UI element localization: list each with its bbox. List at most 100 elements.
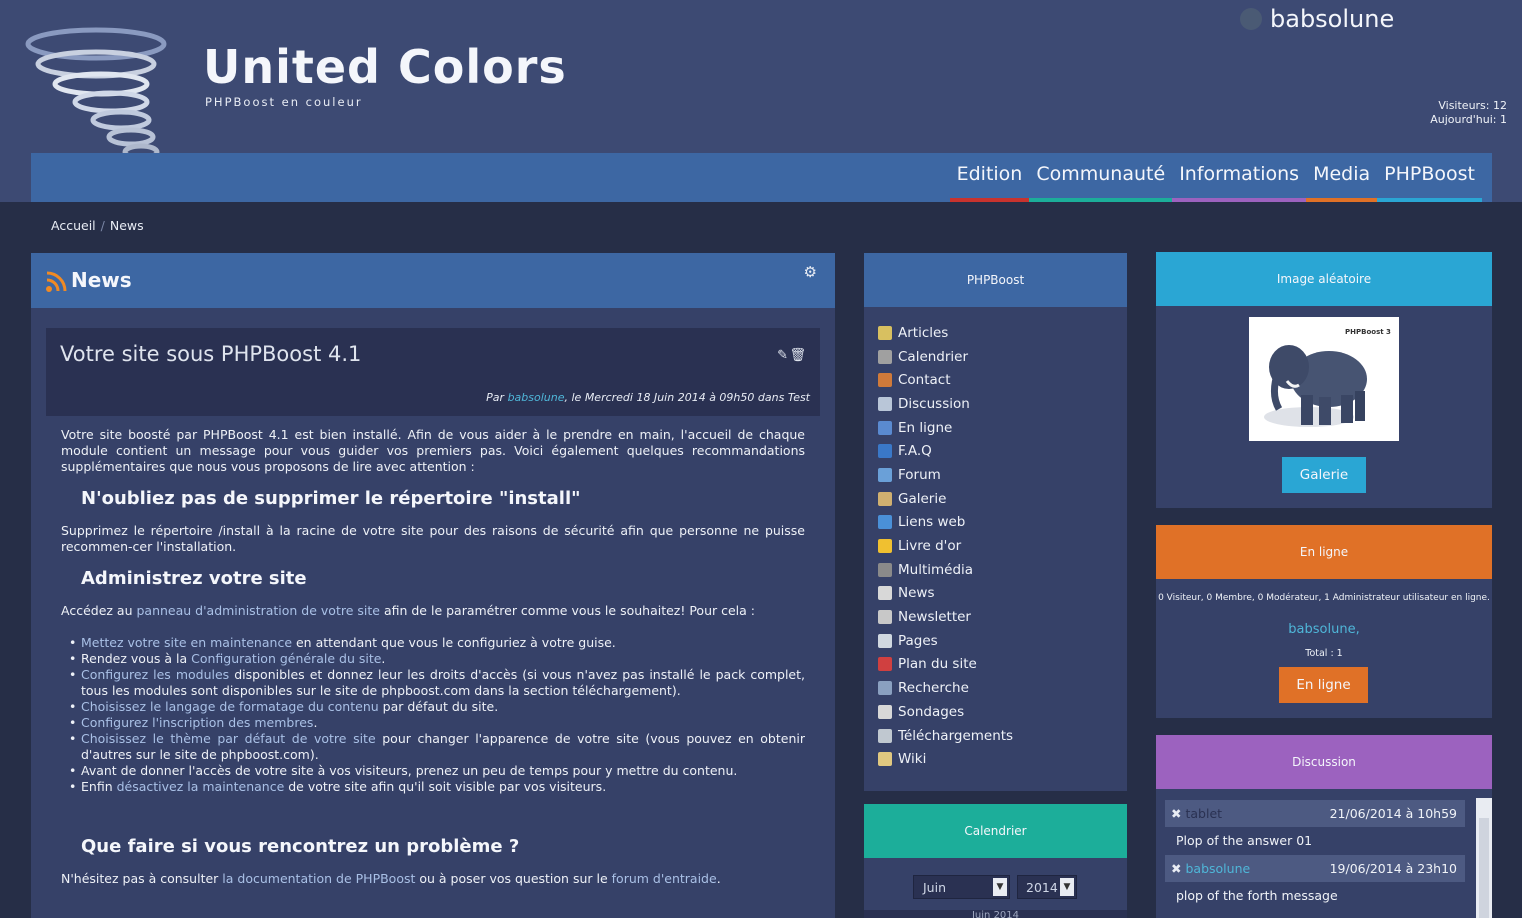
text: ou à poser vos question sur le xyxy=(415,871,612,886)
forum-link[interactable]: forum d'entraide xyxy=(612,871,717,886)
menu-link-poll[interactable]: Sondages xyxy=(878,700,1127,724)
menu-link-pages[interactable]: Pages xyxy=(878,629,1127,653)
header-username[interactable]: babsolune xyxy=(1270,5,1394,33)
message-header: ✖ tablet 21/06/2014 à 10h59 xyxy=(1165,800,1465,827)
menu-link-sitemap[interactable]: Plan du site xyxy=(878,653,1127,677)
menu-link-contact[interactable]: Contact xyxy=(878,368,1127,392)
download-icon xyxy=(878,728,892,743)
gallery-icon xyxy=(878,491,892,506)
rss-icon[interactable] xyxy=(45,271,67,293)
chevron-down-icon[interactable]: ▼ xyxy=(1060,878,1074,896)
gear-icon[interactable]: ⚙ xyxy=(804,263,817,281)
nav-item-edition[interactable]: Edition xyxy=(949,153,1030,202)
forum-icon xyxy=(878,467,892,482)
list-item: Mettez votre site en maintenance en atte… xyxy=(69,635,805,651)
close-icon[interactable]: ✖ xyxy=(1171,806,1181,821)
text: par défaut du site. xyxy=(378,699,499,714)
edit-icon[interactable]: ✎ xyxy=(777,348,788,363)
year-select[interactable]: 2014 ▼ xyxy=(1017,875,1077,899)
menu-link-weblinks[interactable]: Liens web xyxy=(878,511,1127,535)
gallery-button[interactable]: Galerie xyxy=(1282,457,1366,493)
image-logo-text: PHPBoost 3 xyxy=(1345,328,1391,336)
message-text: Plop of the answer 01 xyxy=(1176,833,1313,848)
nav-item-phpboost[interactable]: PHPBoost xyxy=(1377,153,1482,202)
module-links-list: Articles Calendrier Contact Discussion En li… xyxy=(864,307,1127,771)
menu-link-newsletter[interactable]: Newsletter xyxy=(878,605,1127,629)
author-link[interactable]: babsolune xyxy=(1185,861,1250,876)
today-count: Aujourd'hui: 1 xyxy=(1430,113,1507,126)
text: Avant de donner l'accès de votre site à … xyxy=(81,763,738,778)
discussion-header: Discussion xyxy=(1156,735,1492,789)
menu-link-label: Multimédia xyxy=(898,561,974,578)
list-item: Choisissez le thème par défaut de votre … xyxy=(69,731,805,763)
general-config-link[interactable]: Configuration générale du site xyxy=(191,651,381,666)
paragraph-admin: Accédez au panneau d'administration de v… xyxy=(61,603,805,619)
text: afin de le paramétrer comme vous le souh… xyxy=(379,603,755,618)
nav-item-media[interactable]: Media xyxy=(1306,153,1378,202)
menu-link-news[interactable]: News xyxy=(878,582,1127,606)
trash-icon[interactable]: 🗑 xyxy=(789,348,806,363)
news-header: News ⚙ xyxy=(31,253,835,308)
text: N'hésitez pas à consulter xyxy=(61,871,223,886)
online-button[interactable]: En ligne xyxy=(1279,667,1368,703)
menu-link-gallery[interactable]: Galerie xyxy=(878,487,1127,511)
news-title[interactable]: News xyxy=(71,268,132,292)
article-title[interactable]: Votre site sous PHPBoost 4.1 xyxy=(60,342,361,366)
news-icon xyxy=(878,586,892,601)
close-icon[interactable]: ✖ xyxy=(1171,861,1181,876)
breadcrumb-home[interactable]: Accueil xyxy=(51,218,96,233)
documentation-link[interactable]: la documentation de PHPBoost xyxy=(222,871,415,886)
menu-link-label: Galerie xyxy=(898,490,947,507)
menu-link-discussion[interactable]: Discussion xyxy=(878,392,1127,416)
menu-link-guestbook[interactable]: Livre d'or xyxy=(878,534,1127,558)
menu-link-label: Contact xyxy=(898,372,951,389)
nav-underline xyxy=(1029,198,1173,202)
user-avatar-icon[interactable] xyxy=(1240,8,1262,30)
modules-config-link[interactable]: Configurez les modules xyxy=(81,667,229,682)
content-format-link[interactable]: Choisissez le langage de formatage du co… xyxy=(81,699,379,714)
maintenance-link[interactable]: Mettez votre site en maintenance xyxy=(81,635,292,650)
month-select[interactable]: Juin ▼ xyxy=(913,875,1010,899)
theme-config-link[interactable]: Choisissez le thème par défaut de votre … xyxy=(81,731,376,746)
menu-link-forum[interactable]: Forum xyxy=(878,463,1127,487)
nav-item-informations[interactable]: Informations xyxy=(1172,153,1307,202)
article-intro: Votre site boosté par PHPBoost 4.1 est b… xyxy=(61,427,805,474)
online-header: En ligne xyxy=(1156,525,1492,579)
nav-item-communaute[interactable]: Communauté xyxy=(1029,153,1173,202)
phpboost-links-menu: PHPBoost Articles Calendrier Contact Discus… xyxy=(864,253,1127,791)
visitors-count: Visiteurs: 12 xyxy=(1438,99,1507,112)
random-image[interactable]: PHPBoost 3 xyxy=(1249,317,1399,441)
site-title[interactable]: United Colors xyxy=(203,40,567,94)
breadcrumb-current[interactable]: News xyxy=(110,218,144,233)
article-category-link[interactable]: Test xyxy=(788,391,810,404)
scrollbar[interactable] xyxy=(1476,798,1492,918)
menu-link-articles[interactable]: Articles xyxy=(878,321,1127,345)
online-user-link[interactable]: babsolune, xyxy=(1156,622,1492,637)
nav-label: Informations xyxy=(1179,163,1300,185)
menu-link-faq[interactable]: F.A.Q xyxy=(878,439,1127,463)
text: en attendant que vous le configuriez à v… xyxy=(292,635,616,650)
menu-link-multimedia[interactable]: Multimédia xyxy=(878,558,1127,582)
disable-maintenance-link[interactable]: désactivez la maintenance xyxy=(117,779,285,794)
menu-link-calendar[interactable]: Calendrier xyxy=(878,345,1127,369)
menu-link-search[interactable]: Recherche xyxy=(878,676,1127,700)
chevron-down-icon[interactable]: ▼ xyxy=(993,878,1007,896)
meta-prefix: Par xyxy=(486,391,508,404)
text: . xyxy=(381,651,386,666)
user-menu[interactable]: babsolune xyxy=(1240,5,1394,33)
news-main-block: News ⚙ Votre site sous PHPBoost 4.1 ✎ 🗑 … xyxy=(31,253,835,918)
random-image-block: Image aléatoire PHPBoost 3 Galerie xyxy=(1156,252,1492,508)
menu-link-label: Livre d'or xyxy=(898,538,962,555)
admin-panel-link[interactable]: panneau d'administration de votre site xyxy=(136,603,379,618)
menu-link-online[interactable]: En ligne xyxy=(878,416,1127,440)
poll-icon xyxy=(878,704,892,719)
admin-checklist: Mettez votre site en maintenance en atte… xyxy=(69,635,805,795)
sitemap-icon xyxy=(878,657,892,672)
article-author-link[interactable]: babsolune xyxy=(508,391,565,404)
menu-link-download[interactable]: Téléchargements xyxy=(878,724,1127,748)
nav-label: Media xyxy=(1313,163,1371,185)
author-link[interactable]: tablet xyxy=(1185,806,1222,821)
registration-config-link[interactable]: Configurez l'inscription des membres xyxy=(81,715,313,730)
menu-link-wiki[interactable]: Wiki xyxy=(878,747,1127,771)
scrollbar-thumb[interactable] xyxy=(1479,818,1489,918)
